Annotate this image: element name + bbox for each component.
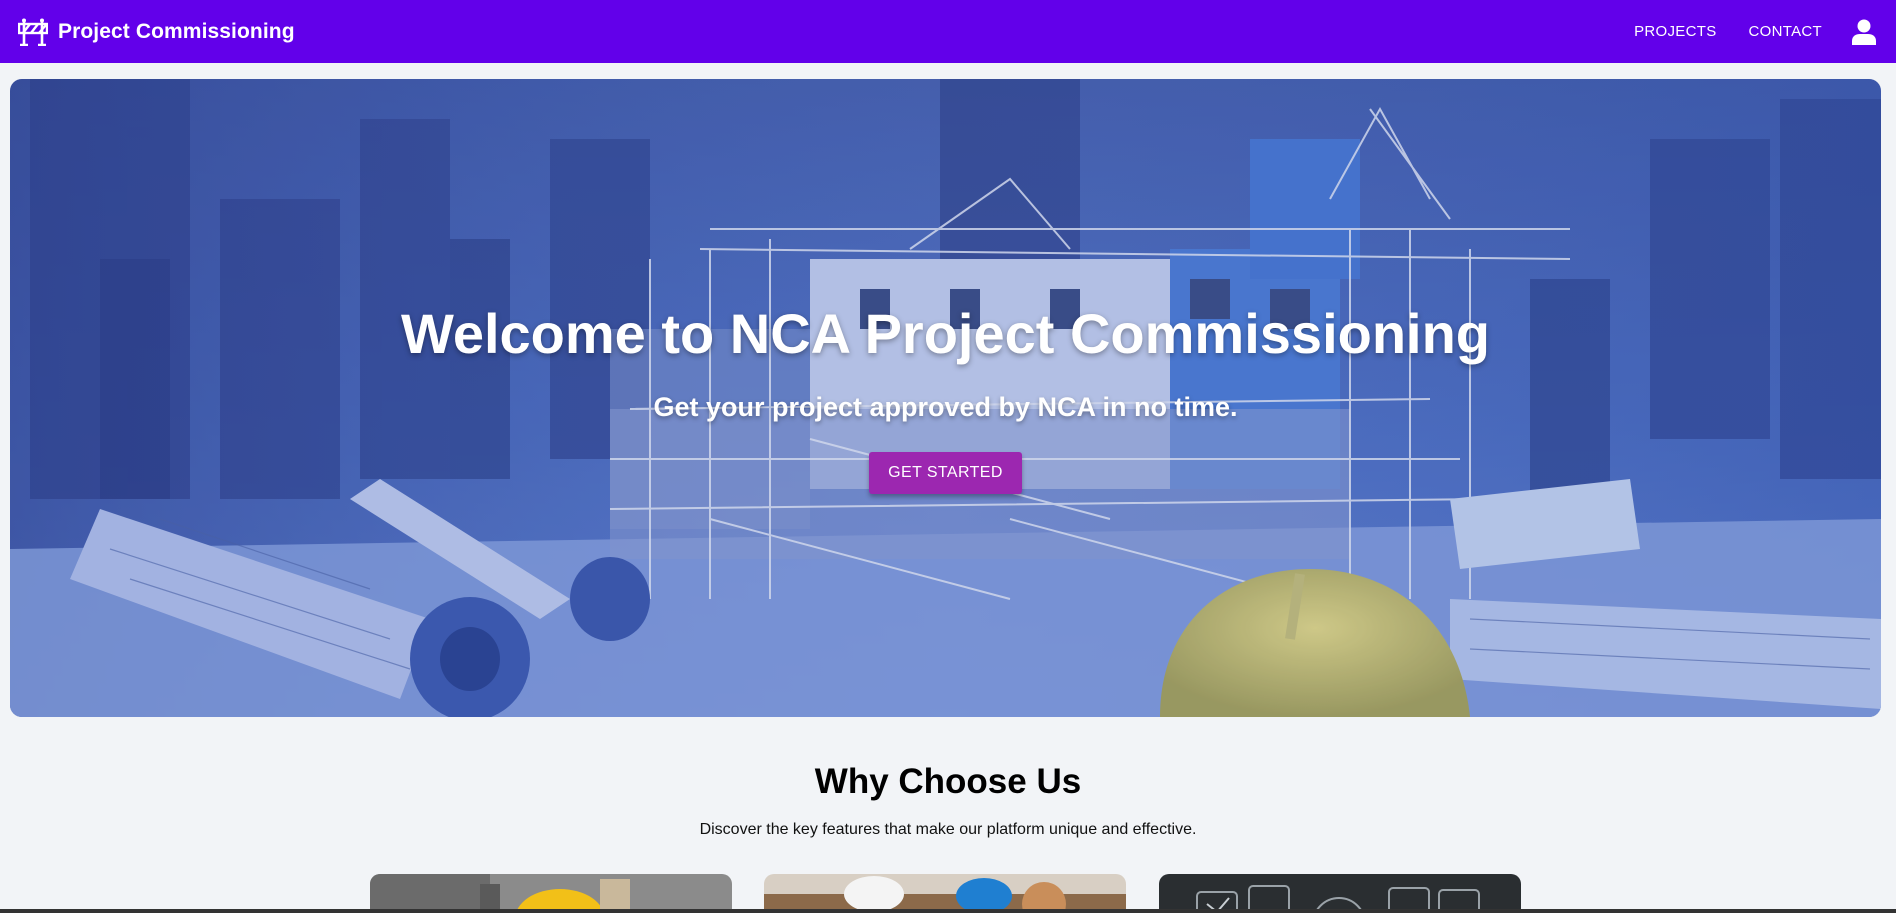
features-title: Why Choose Us	[814, 762, 1082, 801]
get-started-button[interactable]: GET STARTED	[869, 452, 1022, 494]
top-nav: PROJECTS CONTACT	[1634, 17, 1878, 47]
features-subtitle: Discover the key features that make our …	[699, 821, 1197, 838]
page-bottom-edge	[0, 909, 1896, 913]
hero-subtitle: Get your project approved by NCA in no t…	[653, 392, 1238, 422]
nav-projects-link[interactable]: PROJECTS	[1634, 23, 1716, 40]
worker-helmet-image	[370, 874, 732, 913]
road-barrier-icon	[18, 17, 48, 47]
brand[interactable]: Project Commissioning	[18, 17, 295, 47]
user-icon[interactable]	[1850, 17, 1878, 47]
feature-card-2[interactable]	[764, 874, 1126, 913]
hero-banner: Welcome to NCA Project Commissioning Get…	[10, 79, 1881, 717]
hero-content: Welcome to NCA Project Commissioning Get…	[10, 79, 1881, 717]
app-title: Project Commissioning	[58, 19, 295, 43]
nav-contact-link[interactable]: CONTACT	[1749, 23, 1822, 40]
feature-card-1[interactable]	[370, 874, 732, 913]
app-bar: Project Commissioning PROJECTS CONTACT	[0, 0, 1896, 63]
hero-title: Welcome to NCA Project Commissioning	[400, 302, 1491, 365]
engineers-team-image	[764, 874, 1126, 913]
dashboard-icons-image	[1159, 874, 1521, 913]
feature-card-3[interactable]	[1159, 874, 1521, 913]
